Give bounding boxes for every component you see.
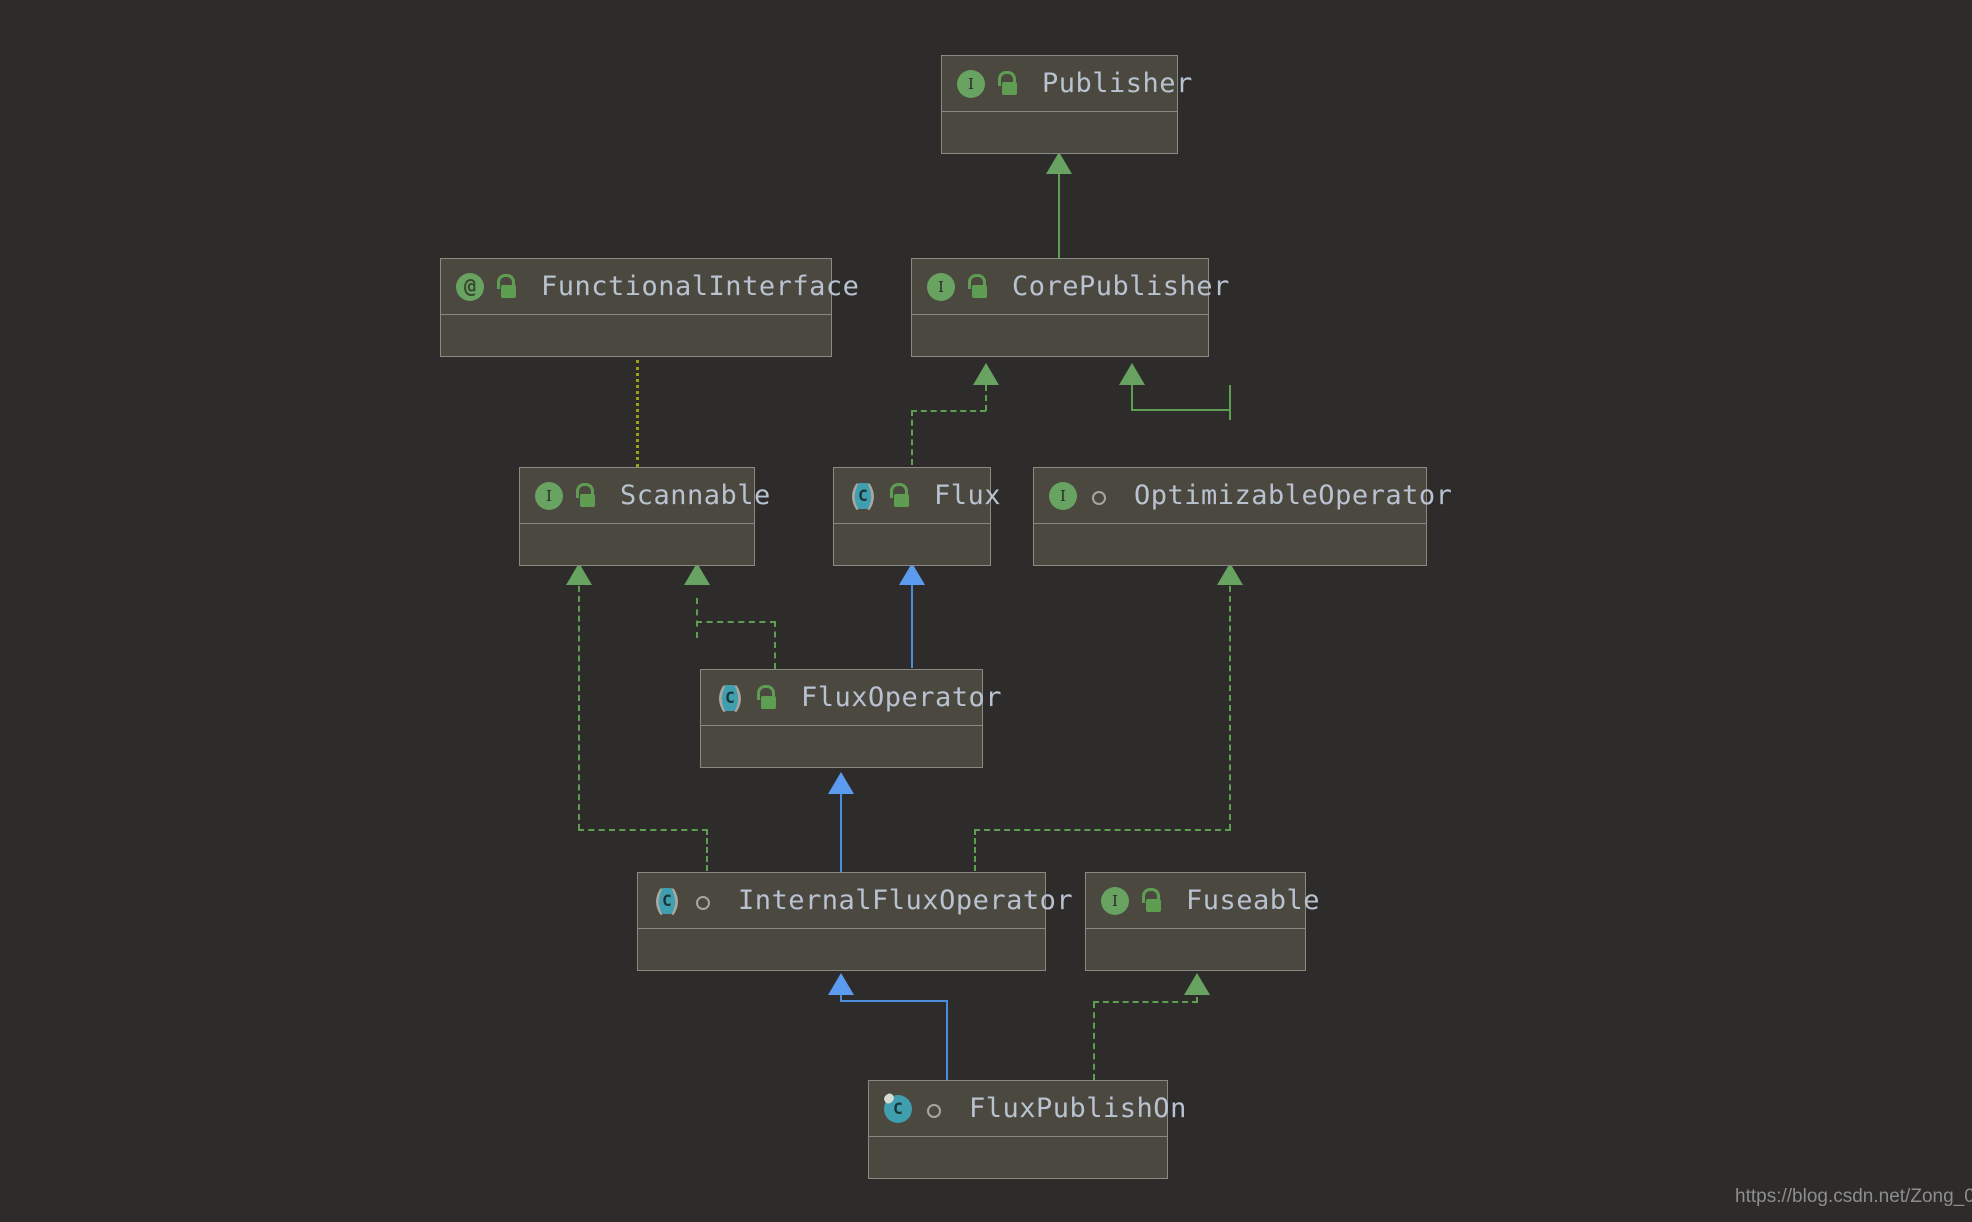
annotation-icon xyxy=(455,272,485,302)
abstract-class-icon: () xyxy=(846,479,880,513)
uml-node-fuseable-members xyxy=(1086,929,1305,971)
uml-node-publisher-members xyxy=(942,112,1177,154)
edge-internal-scannable-seg-v1 xyxy=(578,576,580,830)
edge-fluxoperator-scannable-seg-v1 xyxy=(696,598,698,638)
edge-internal-optimizable-seg-h xyxy=(974,829,1231,831)
edge-optimizable-corepublisher-seg-v1 xyxy=(1229,385,1231,420)
edge-internal-scannable-seg-h xyxy=(578,829,708,831)
uml-node-fuseable[interactable]: Fuseable xyxy=(1085,872,1320,971)
edge-publishon-fuseable-seg-h xyxy=(1093,1001,1198,1003)
interface-icon xyxy=(926,272,956,302)
uml-node-optimizableoperator-header: OptimizableOperator xyxy=(1034,468,1452,524)
edge-internal-scannable-seg-v2 xyxy=(706,829,708,871)
package-private-circle-icon xyxy=(1087,483,1111,509)
public-unlock-icon xyxy=(573,482,597,509)
edge-internal-optimizable-seg-v1 xyxy=(1229,576,1231,830)
edge-optimizable-corepublisher-seg-v2 xyxy=(1131,385,1133,411)
edge-flux-corepublisher-seg-h xyxy=(911,410,986,412)
edge-publishon-fuseable-seg-v1 xyxy=(1093,1002,1095,1080)
edge-fluxoperator-flux-line xyxy=(911,576,913,668)
interface-icon xyxy=(956,69,986,99)
uml-node-publisher-header: Publisher xyxy=(942,56,1192,112)
edge-fluxoperator-scannable-seg-h xyxy=(696,621,776,623)
edge-scannable-functionalinterface-line xyxy=(636,360,639,467)
uml-node-scannable[interactable]: Scannable xyxy=(519,467,770,566)
final-class-icon xyxy=(882,1091,913,1124)
uml-node-functionalinterface[interactable]: FunctionalInterface xyxy=(440,258,859,357)
interface-icon xyxy=(534,481,564,511)
uml-node-fluxoperator-header: () FluxOperator xyxy=(701,670,1002,726)
edge-internal-optimizable-arrowhead xyxy=(1217,563,1243,585)
uml-node-internalfluxoperator-title: InternalFluxOperator xyxy=(738,885,1074,916)
uml-node-flux-title: Flux xyxy=(934,480,1002,511)
uml-node-fuseable-title: Fuseable xyxy=(1186,885,1321,916)
uml-node-corepublisher[interactable]: CorePublisher xyxy=(911,258,1229,357)
edge-optimizable-corepublisher-arrowhead xyxy=(1119,363,1145,385)
edge-optimizable-corepublisher-seg-h xyxy=(1131,409,1231,411)
uml-node-fluxpublishon[interactable]: FluxPublishOn xyxy=(868,1080,1186,1179)
watermark-url: https://blog.csdn.net/Zong_0915 xyxy=(1735,1186,1972,1207)
uml-node-scannable-title: Scannable xyxy=(620,480,771,511)
uml-node-fuseable-header: Fuseable xyxy=(1086,873,1320,929)
public-unlock-icon xyxy=(494,273,518,300)
uml-node-functionalinterface-title: FunctionalInterface xyxy=(541,271,860,302)
uml-node-scannable-header: Scannable xyxy=(520,468,770,524)
edge-flux-corepublisher-seg-v2 xyxy=(985,385,987,411)
uml-node-fluxpublishon-members xyxy=(869,1137,1167,1179)
uml-node-fluxoperator-members xyxy=(701,726,982,768)
uml-node-scannable-members xyxy=(520,524,754,566)
interface-icon xyxy=(1100,886,1130,916)
edge-fluxoperator-scannable-arrowhead xyxy=(684,563,710,585)
public-unlock-icon xyxy=(1139,887,1163,914)
uml-node-optimizableoperator[interactable]: OptimizableOperator xyxy=(1033,467,1452,566)
package-private-circle-icon xyxy=(922,1096,946,1122)
public-unlock-icon xyxy=(887,482,911,509)
uml-node-functionalinterface-members xyxy=(441,315,831,357)
uml-node-functionalinterface-header: FunctionalInterface xyxy=(441,259,859,315)
uml-node-fluxpublishon-title: FluxPublishOn xyxy=(969,1093,1187,1124)
public-unlock-icon xyxy=(754,684,778,711)
uml-node-flux-header: () Flux xyxy=(834,468,1001,524)
edge-flux-corepublisher-seg-v1 xyxy=(911,410,913,465)
package-private-circle-icon xyxy=(691,888,715,914)
edge-publishon-internal-seg-v1 xyxy=(946,1000,948,1080)
uml-node-corepublisher-title: CorePublisher xyxy=(1012,271,1230,302)
public-unlock-icon xyxy=(965,273,989,300)
uml-node-internalfluxoperator-header: () InternalFluxOperator xyxy=(638,873,1073,929)
edge-publishon-internal-arrowhead xyxy=(828,973,854,995)
edge-fluxoperator-scannable-seg-v2 xyxy=(774,621,776,669)
edge-fluxoperator-flux-arrowhead xyxy=(899,563,925,585)
uml-diagram-canvas[interactable]: Publisher FunctionalInterface CorePublis… xyxy=(0,0,1972,1222)
uml-node-publisher[interactable]: Publisher xyxy=(941,55,1192,154)
uml-node-optimizableoperator-members xyxy=(1034,524,1426,566)
uml-node-corepublisher-members xyxy=(912,315,1208,357)
abstract-class-icon: () xyxy=(650,884,684,918)
edge-flux-corepublisher-arrowhead xyxy=(973,363,999,385)
interface-icon xyxy=(1048,481,1078,511)
abstract-class-icon: () xyxy=(713,681,747,715)
edge-internal-fluxoperator-arrowhead xyxy=(828,772,854,794)
uml-node-internalfluxoperator-members xyxy=(638,929,1045,971)
edge-internal-optimizable-seg-v2 xyxy=(974,829,976,871)
uml-node-publisher-title: Publisher xyxy=(1042,68,1193,99)
edge-internal-scannable-arrowhead xyxy=(566,563,592,585)
edge-publishon-fuseable-arrowhead xyxy=(1184,973,1210,995)
uml-node-fluxoperator[interactable]: () FluxOperator xyxy=(700,669,1002,768)
uml-node-internalfluxoperator[interactable]: () InternalFluxOperator xyxy=(637,872,1073,971)
uml-node-fluxpublishon-header: FluxPublishOn xyxy=(869,1081,1186,1137)
edge-publishon-internal-seg-h xyxy=(840,1000,948,1002)
edge-corepublisher-publisher-arrowhead xyxy=(1046,152,1072,174)
public-unlock-icon xyxy=(995,70,1019,97)
edge-internal-fluxoperator-line xyxy=(840,793,842,872)
uml-node-flux-members xyxy=(834,524,990,566)
uml-node-fluxoperator-title: FluxOperator xyxy=(801,682,1003,713)
uml-node-corepublisher-header: CorePublisher xyxy=(912,259,1229,315)
uml-node-optimizableoperator-title: OptimizableOperator xyxy=(1134,480,1453,511)
uml-node-flux[interactable]: () Flux xyxy=(833,467,1001,566)
